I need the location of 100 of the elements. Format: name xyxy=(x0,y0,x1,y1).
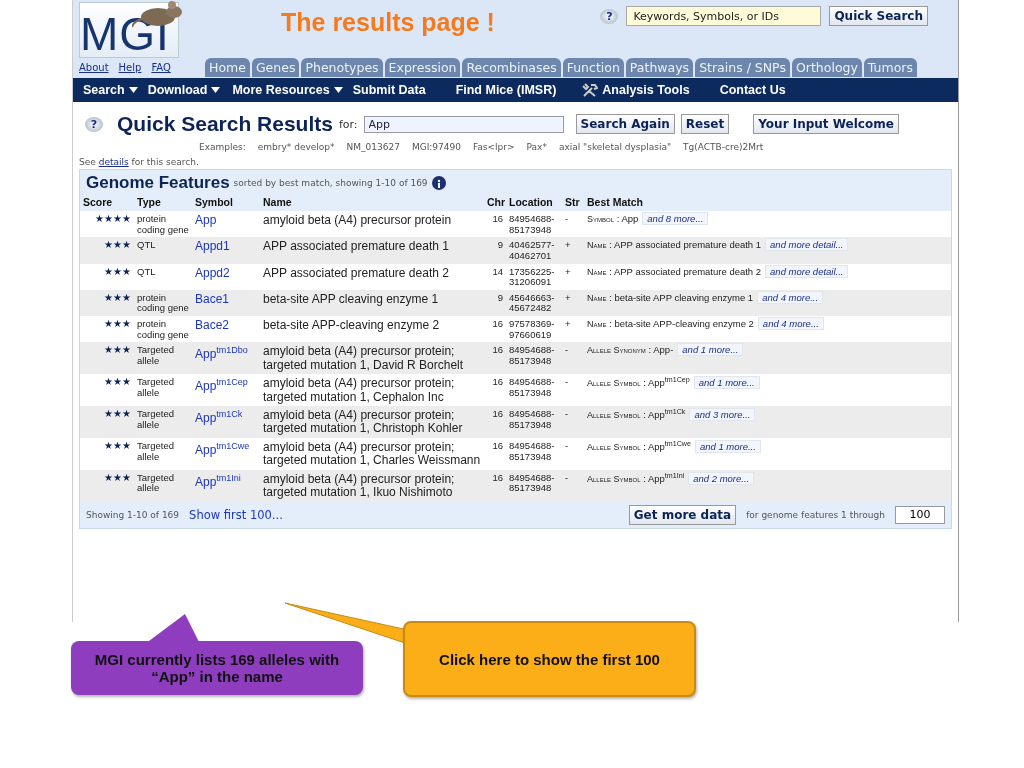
star-icon: ★ xyxy=(113,377,122,388)
table-cell: 16 xyxy=(492,408,503,419)
table-cell: 84954688-85173948 xyxy=(509,344,555,366)
match-label: Name xyxy=(587,292,607,303)
star-icon: ★ xyxy=(122,472,131,483)
table-cell: QTL xyxy=(137,265,156,277)
get-more-button[interactable]: Get more data xyxy=(628,504,737,525)
match-label: Name xyxy=(587,266,607,277)
star-icon: ★ xyxy=(113,240,122,251)
more-link[interactable]: and 8 more... xyxy=(642,212,709,225)
match-value: : APP associated premature death 1 xyxy=(609,239,762,251)
table-cell: 16 xyxy=(492,376,503,388)
showing-count: Showing 1-10 of 169 xyxy=(86,509,180,520)
details-link[interactable]: details xyxy=(98,157,129,167)
table-cell: 16 xyxy=(492,318,503,329)
star-icon: ★ xyxy=(113,292,122,303)
match-value: : APP associated premature death 2 xyxy=(609,265,762,277)
match-value: : beta-site APP-cleaving enzyme 2 xyxy=(609,318,754,329)
more-link[interactable]: and 1 more... xyxy=(677,343,744,357)
table-cell: - xyxy=(565,439,569,451)
star-icon: ★ xyxy=(122,440,131,451)
section-title: Genome Features xyxy=(86,173,230,193)
more-link[interactable]: and 4 more... xyxy=(757,290,824,304)
table-cell: beta-site APP cleaving enzyme 1 xyxy=(263,291,439,306)
menu-item[interactable]: Contact Us xyxy=(719,83,786,97)
star-icon: ★ xyxy=(104,409,113,419)
header-link[interactable]: FAQ xyxy=(151,62,171,73)
menu-item[interactable]: Analysis Tools xyxy=(582,83,690,97)
match-value: : App$^{tm1Cwe}$ xyxy=(643,441,691,453)
column-header: Type xyxy=(136,195,162,210)
search-note: See details for this search. xyxy=(79,157,200,167)
table-cell: - xyxy=(565,408,569,419)
for-label: for: xyxy=(338,117,358,131)
menu-item[interactable]: More Resources xyxy=(232,83,343,97)
range-label: for genome features 1 through xyxy=(746,509,885,520)
table-cell: + xyxy=(565,239,571,251)
reset-button[interactable]: Reset xyxy=(680,114,730,134)
match-label: Name xyxy=(587,319,607,329)
menu-item[interactable]: Submit Data xyxy=(352,83,426,97)
show-first-link[interactable]: Show first 100... xyxy=(189,507,283,522)
table-cell: 16 xyxy=(492,213,503,224)
more-link[interactable]: and 3 more... xyxy=(689,408,756,422)
column-header: Best Match xyxy=(586,195,644,210)
match-value: : App xyxy=(616,213,639,224)
help-icon[interactable]: ? xyxy=(85,116,103,132)
more-link[interactable]: and more detail... xyxy=(765,238,849,252)
star-icon: ★ xyxy=(104,214,113,224)
menu-item[interactable]: Find Mice (IMSR) xyxy=(455,83,557,97)
more-link[interactable]: and 1 more... xyxy=(693,376,760,390)
search-again-button[interactable]: Search Again xyxy=(575,114,675,134)
table-cell: - xyxy=(565,471,569,483)
table-cell: protein coding gene xyxy=(137,291,189,314)
table-cell: QTL xyxy=(137,239,156,251)
symbol-link[interactable]: App xyxy=(195,214,217,228)
table-cell: - xyxy=(565,344,569,356)
menu-item[interactable]: Download xyxy=(147,83,221,97)
example-query: Tg(ACTB-cre)2Mrt xyxy=(683,142,764,152)
table-cell: 16 xyxy=(492,439,503,451)
column-header: Score xyxy=(82,195,114,210)
table-cell: APP associated premature death 2 xyxy=(263,265,449,280)
star-icon: ★ xyxy=(113,214,122,224)
callout: Click here to show the first 100 xyxy=(403,621,696,697)
star-icon: ★ xyxy=(122,345,131,356)
example-query: axial "skeletal dysplasia" xyxy=(558,142,672,152)
star-icon: ★ xyxy=(104,240,113,251)
quick-search-button[interactable]: Quick Search xyxy=(829,6,928,26)
example-query: Pax* xyxy=(526,142,547,152)
examples-label: Examples: xyxy=(199,142,246,152)
table-cell: amyloid beta (A4) precursor protein; targeted mutation 1, Ikuo Nishimoto xyxy=(263,471,455,500)
range-field[interactable]: 100 xyxy=(895,505,945,524)
more-link[interactable]: and 1 more... xyxy=(694,440,761,454)
table-cell: Targeted allele xyxy=(137,439,174,462)
table-cell: 17356225-31206091 xyxy=(509,265,555,288)
search-field[interactable]: Keywords, Symbols, or IDs xyxy=(626,6,822,26)
more-link[interactable]: and 4 more... xyxy=(757,317,824,330)
star-icon: ★ xyxy=(104,377,113,388)
star-icon: ★ xyxy=(122,266,131,277)
star-icon: ★ xyxy=(122,214,131,224)
feedback-button[interactable]: Your Input Welcome xyxy=(753,114,899,134)
menu-item[interactable]: Search xyxy=(83,83,138,97)
header-link[interactable]: About xyxy=(79,62,109,73)
table-cell: protein coding gene xyxy=(137,318,189,340)
table-cell: APP associated premature death 1 xyxy=(263,239,449,254)
header-link[interactable]: Help xyxy=(118,62,142,73)
table-cell: amyloid beta (A4) precursor protein; targeted mutation 1, Cephalon Inc xyxy=(263,376,455,404)
star-icon: ★ xyxy=(113,409,122,419)
section-subtitle: sorted by best match, showing 1-10 of 169 xyxy=(233,178,428,188)
info-icon[interactable] xyxy=(431,176,446,190)
help-icon[interactable]: ? xyxy=(600,8,619,24)
query-field[interactable]: App xyxy=(363,115,564,133)
match-value: : App$^{tm1Cep}$ xyxy=(643,377,690,389)
tools-icon xyxy=(582,83,599,97)
match-label: Symbol xyxy=(587,214,614,224)
table-cell: 84954688-85173948 xyxy=(509,471,555,494)
star-icon: ★ xyxy=(95,214,104,224)
more-link[interactable]: and more detail... xyxy=(765,264,849,278)
star-icon: ★ xyxy=(104,319,113,329)
more-link[interactable]: and 2 more... xyxy=(688,471,755,485)
match-label: Allele Symbol xyxy=(587,442,641,453)
column-header: Name xyxy=(262,195,293,210)
